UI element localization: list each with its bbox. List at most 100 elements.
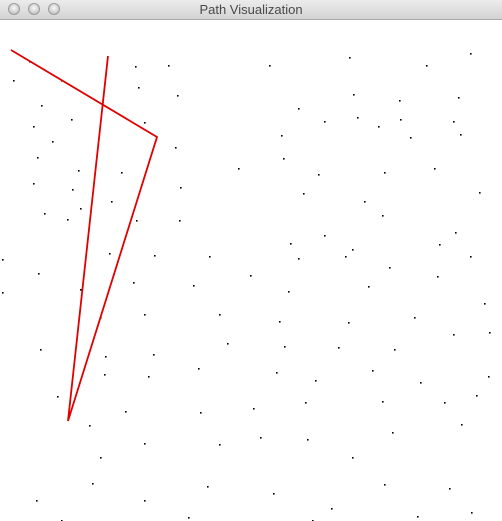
point: [135, 66, 137, 68]
point: [471, 512, 473, 514]
point: [461, 424, 463, 426]
point: [121, 172, 123, 174]
point: [444, 402, 446, 404]
point: [177, 95, 179, 97]
point: [372, 370, 374, 372]
point: [288, 291, 290, 293]
point: [283, 158, 285, 160]
point: [439, 244, 441, 246]
point: [33, 126, 35, 128]
point: [153, 354, 155, 356]
point: [269, 65, 271, 67]
point: [384, 172, 386, 174]
point: [470, 53, 472, 55]
point: [394, 349, 396, 351]
point: [437, 276, 439, 278]
point: [41, 105, 43, 107]
point: [414, 317, 416, 319]
point: [458, 97, 460, 99]
point: [378, 126, 380, 128]
point: [345, 256, 347, 258]
window-title: Path Visualization: [199, 2, 303, 17]
point: [382, 401, 384, 403]
path-plot: [2, 49, 491, 521]
point: [2, 292, 4, 294]
point: [324, 121, 326, 123]
point: [219, 314, 221, 316]
point: [250, 275, 252, 277]
point: [384, 484, 386, 486]
point: [144, 122, 146, 124]
point: [364, 201, 366, 203]
point: [392, 432, 394, 434]
point: [315, 380, 317, 382]
point: [284, 346, 286, 348]
point: [2, 259, 4, 261]
point: [89, 425, 91, 427]
point: [168, 65, 170, 67]
point: [349, 57, 351, 59]
point: [410, 137, 412, 139]
point: [133, 282, 135, 284]
point: [105, 356, 107, 358]
app-window: Path Visualization: [0, 0, 502, 521]
point: [200, 412, 202, 414]
point: [357, 117, 359, 119]
point: [260, 437, 262, 439]
point: [104, 374, 106, 376]
point: [489, 332, 491, 334]
point: [488, 376, 490, 378]
point: [92, 483, 94, 485]
visualization-canvas[interactable]: [0, 20, 502, 521]
point: [144, 314, 146, 316]
point: [281, 135, 283, 137]
point: [71, 119, 73, 121]
point: [305, 402, 307, 404]
route-path: [10, 49, 159, 422]
point: [188, 517, 190, 519]
point: [219, 444, 221, 446]
point: [298, 108, 300, 110]
point: [67, 219, 69, 221]
point: [37, 157, 39, 159]
point: [180, 187, 182, 189]
point: [368, 286, 370, 288]
point: [417, 516, 419, 518]
point: [348, 322, 350, 324]
point: [290, 243, 292, 245]
point: [338, 347, 340, 349]
point: [144, 500, 146, 502]
point: [273, 493, 275, 495]
point: [453, 121, 455, 123]
point: [136, 220, 138, 222]
point: [80, 208, 82, 210]
points-layer: [2, 53, 491, 521]
point: [13, 80, 15, 82]
point: [353, 94, 355, 96]
point: [352, 249, 354, 251]
point: [434, 168, 436, 170]
point: [198, 368, 200, 370]
point: [80, 289, 82, 291]
point: [44, 213, 46, 215]
point: [453, 334, 455, 336]
point: [78, 170, 80, 172]
point: [389, 267, 391, 269]
point: [175, 147, 177, 149]
title-bar[interactable]: Path Visualization: [0, 0, 502, 20]
point: [318, 174, 320, 176]
point: [33, 183, 35, 185]
point: [100, 457, 102, 459]
point: [72, 189, 74, 191]
point: [238, 168, 240, 170]
point: [144, 443, 146, 445]
point: [460, 134, 462, 136]
point: [207, 486, 209, 488]
point: [109, 253, 111, 255]
point: [193, 285, 195, 287]
point: [227, 343, 229, 345]
point: [324, 235, 326, 237]
point: [455, 232, 457, 234]
point: [479, 192, 481, 194]
point: [279, 321, 281, 323]
